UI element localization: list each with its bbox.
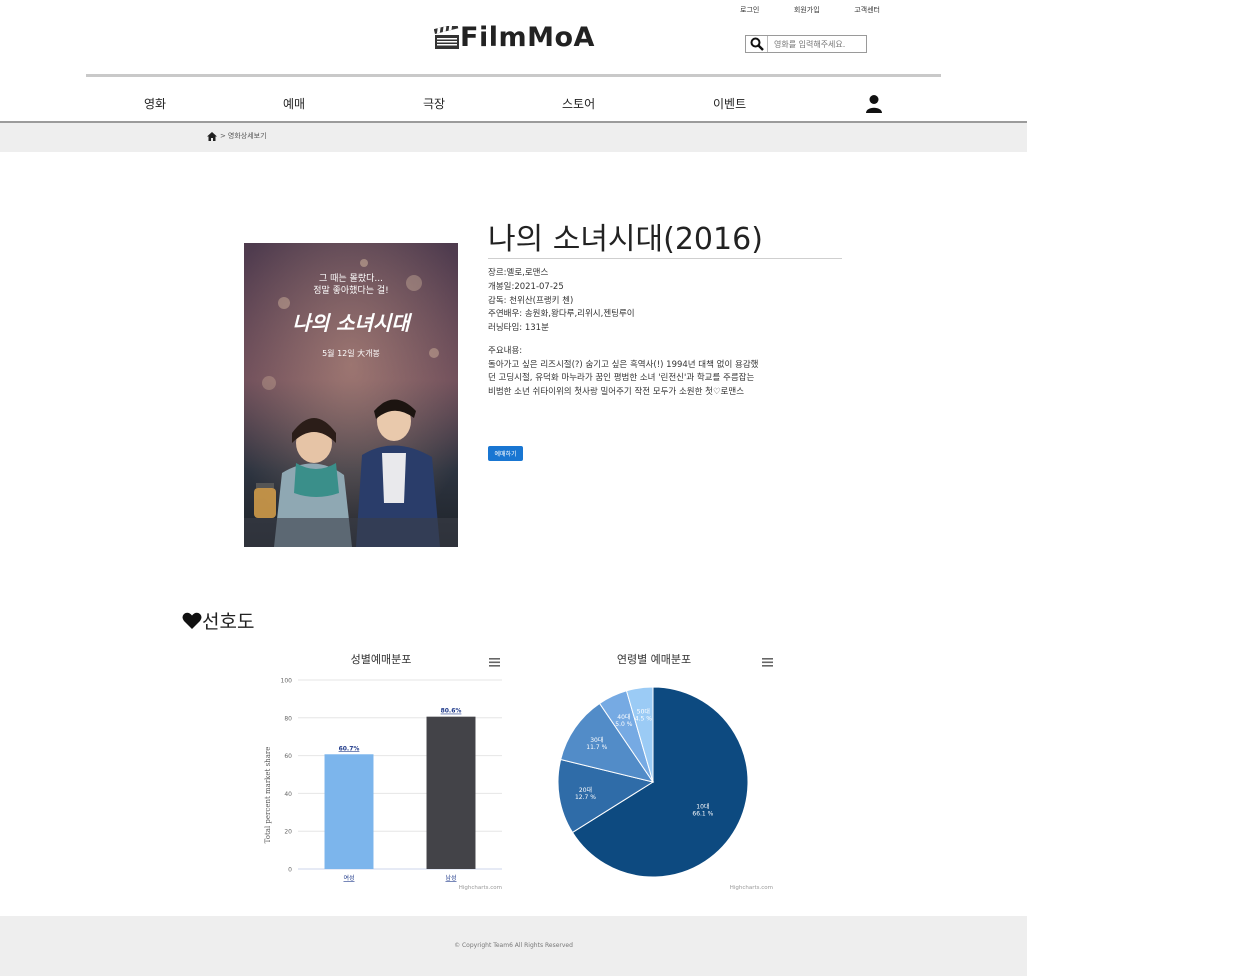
chart-menu-icon[interactable] [489, 658, 500, 667]
search-input[interactable] [768, 38, 866, 50]
slice-value: 66.1 % [692, 811, 713, 818]
nav-item-theater[interactable]: 극장 [423, 95, 445, 112]
slice-label: 10대 [696, 803, 709, 811]
breadcrumb-separator: > [220, 132, 226, 140]
search-box [745, 35, 867, 53]
x-tick-label[interactable]: 여성 [343, 874, 354, 882]
breadcrumb-current: 영화상세보기 [227, 132, 267, 140]
gender-booking-chart: 성별예매분포 0 20 40 60 80 100 60.7% 여성 80.6% 남성 Total… [264, 653, 502, 891]
slice-value: 4.5 % [635, 715, 652, 722]
y-axis-label: Total percent market share [264, 747, 272, 844]
movie-poster: 그 때는 몰랐다... 정말 좋아했다는 걸! 나의 소녀시대 5월 12일 大… [244, 243, 458, 547]
site-logo[interactable]: FilmMoA [434, 22, 595, 53]
synopsis-line: 비범한 소년 쉬타이위의 첫사랑 밀어주기 작전 모두가 소원한 첫♡로맨스 [488, 386, 745, 397]
genre-line: 장르:멜로,로맨스 [488, 268, 549, 278]
age-booking-chart: 연령별 예매분포 10대66.1 %20대12.7 %30대11.7 %40대5… [557, 653, 773, 891]
movie-title: 나의 소녀시대(2016) [488, 222, 763, 257]
breadcrumb: > 영화상세보기 [207, 131, 267, 141]
release-date-line: 개봉일:2021-07-25 [488, 281, 564, 292]
y-tick-label: 40 [284, 791, 292, 798]
login-link[interactable]: 로그인 [740, 5, 759, 15]
cast-line: 주연배우: 송원화,왕다루,리위시,젠팅루이 [488, 309, 635, 320]
director-line: 감독: 천위산(프랭키 첸) [488, 295, 574, 306]
slice-label: 50대 [637, 707, 650, 715]
book-button[interactable]: 예매하기 [488, 446, 523, 461]
clapperboard-icon [434, 25, 459, 49]
nav-item-store[interactable]: 스토어 [562, 95, 595, 112]
title-divider [488, 258, 842, 259]
signup-link[interactable]: 회원가입 [794, 5, 820, 15]
slice-value: 5.0 % [615, 721, 632, 728]
chart-title: 성별예매분포 [351, 653, 412, 666]
bar[interactable] [324, 754, 374, 869]
breadcrumb-bar [0, 121, 1027, 152]
main-nav: 영화 예매 극장 스토어 이벤트 [86, 95, 941, 113]
nav-item-movie[interactable]: 영화 [144, 95, 166, 112]
nav-item-booking[interactable]: 예매 [283, 95, 305, 112]
y-tick-label: 20 [284, 829, 292, 836]
x-tick-label[interactable]: 남성 [445, 874, 456, 882]
heart-icon [182, 612, 202, 629]
slice-label: 30대 [590, 736, 603, 744]
chart-credits[interactable]: Highcharts.com [730, 885, 773, 891]
runtime-line: 러닝타임: 131분 [488, 323, 549, 334]
synopsis-line: 던 고딩시절, 유덕화 마누라가 꿈인 평범한 소녀 '린전신'과 학교를 주름… [488, 373, 755, 384]
poster-release: 5월 12일 大개봉 [322, 348, 380, 358]
y-tick-label: 100 [281, 678, 293, 685]
y-tick-label: 80 [284, 715, 292, 722]
slice-value: 11.7 % [586, 744, 607, 751]
search-icon[interactable] [746, 36, 768, 52]
home-icon[interactable] [207, 131, 217, 141]
slice-label: 40대 [617, 713, 630, 721]
data-label: 60.7% [339, 745, 360, 752]
nav-item-event[interactable]: 이벤트 [713, 95, 746, 112]
customer-center-link[interactable]: 고객센터 [854, 5, 880, 15]
preference-heading: 선호도 [182, 607, 254, 634]
chart-menu-icon[interactable] [762, 658, 773, 667]
poster-tagline-2: 정말 좋아했다는 걸! [313, 284, 389, 296]
bar[interactable] [426, 716, 476, 869]
chart-credits[interactable]: Highcharts.com [459, 885, 502, 891]
header-divider [86, 74, 941, 77]
slice-value: 12.7 % [575, 794, 596, 801]
poster-tagline-1: 그 때는 몰랐다... [319, 272, 383, 284]
slice-label: 20대 [579, 786, 592, 794]
movie-details: 장르:멜로,로맨스 개봉일:2021-07-25 감독: 천위산(프랭키 첸) … [488, 267, 635, 336]
logo-text: FilmMoA [460, 22, 595, 53]
data-label: 80.6% [441, 708, 462, 715]
synopsis: 주요내용: 돌아가고 싶은 리즈시절(?) 숨기고 싶은 흑역사(!) 1994… [488, 345, 808, 399]
copyright: © Copyright Team6 All Rights Reserved [454, 942, 573, 949]
y-tick-label: 0 [288, 867, 292, 874]
poster-title: 나의 소녀시대 [292, 311, 412, 335]
synopsis-label: 주요내용: [488, 346, 523, 356]
y-tick-label: 60 [284, 753, 292, 760]
synopsis-line: 돌아가고 싶은 리즈시절(?) 숨기고 싶은 흑역사(!) 1994년 대책 없… [488, 359, 759, 370]
chart-title: 연령별 예매분포 [617, 653, 691, 666]
user-icon[interactable] [865, 94, 883, 117]
preference-title: 선호도 [202, 611, 255, 633]
top-links: 로그인 회원가입 고객센터 [740, 5, 880, 15]
